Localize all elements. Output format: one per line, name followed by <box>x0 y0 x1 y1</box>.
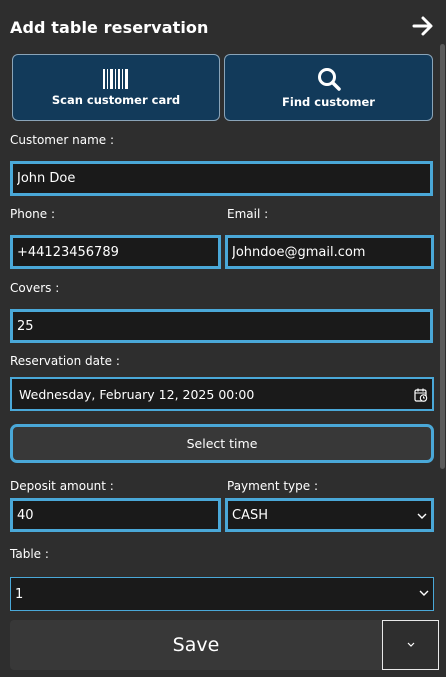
payment-type-select[interactable]: CASH <box>225 498 434 532</box>
deposit-amount-label: Deposit amount : <box>10 479 114 493</box>
barcode-icon <box>103 68 128 89</box>
customer-name-label: Customer name : <box>10 133 114 147</box>
table-value: 1 <box>15 586 24 602</box>
reservation-date-value: Wednesday, February 12, 2025 00:00 <box>19 386 255 402</box>
find-customer-button[interactable]: Find customer <box>224 54 433 121</box>
search-icon <box>317 67 341 91</box>
select-time-label: Select time <box>186 436 258 451</box>
email-value: Johndoe@gmail.com <box>232 244 366 260</box>
deposit-amount-input[interactable]: 40 <box>10 498 221 532</box>
payment-type-value: CASH <box>232 507 268 523</box>
select-time-button[interactable]: Select time <box>10 424 434 463</box>
email-label: Email : <box>227 207 269 221</box>
find-customer-label: Find customer <box>282 94 375 109</box>
scan-customer-card-button[interactable]: Scan customer card <box>12 54 220 121</box>
save-button[interactable]: Save <box>10 620 382 670</box>
email-input[interactable]: Johndoe@gmail.com <box>225 235 434 269</box>
customer-name-input[interactable]: John Doe <box>10 161 433 196</box>
deposit-amount-value: 40 <box>17 507 34 523</box>
reservation-date-input[interactable]: Wednesday, February 12, 2025 00:00 <box>10 377 434 411</box>
phone-value: +44123456789 <box>17 244 119 260</box>
chevron-down-icon <box>407 642 415 647</box>
calendar-clock-icon[interactable] <box>414 388 428 402</box>
page-title: Add table reservation <box>10 18 209 37</box>
chevron-down-icon <box>419 590 429 596</box>
chevron-down-icon <box>417 513 427 519</box>
customer-name-value: John Doe <box>17 171 76 186</box>
save-label: Save <box>172 634 220 656</box>
covers-label: Covers : <box>10 281 60 295</box>
table-select[interactable]: 1 <box>10 577 434 611</box>
scan-customer-card-label: Scan customer card <box>51 92 181 107</box>
scrollbar[interactable] <box>440 44 445 469</box>
arrow-right-icon[interactable] <box>412 15 434 37</box>
table-label: Table : <box>10 547 49 561</box>
covers-value: 25 <box>17 318 34 334</box>
reservation-form-page: Add table reservation Scan customer card… <box>0 0 446 677</box>
covers-input[interactable]: 25 <box>10 309 433 343</box>
header: Add table reservation <box>0 0 446 54</box>
reservation-date-label: Reservation date : <box>10 354 120 368</box>
phone-input[interactable]: +44123456789 <box>10 235 221 269</box>
payment-type-label: Payment type : <box>227 479 319 493</box>
phone-label: Phone : <box>10 207 56 221</box>
save-options-dropdown-button[interactable] <box>382 620 439 670</box>
